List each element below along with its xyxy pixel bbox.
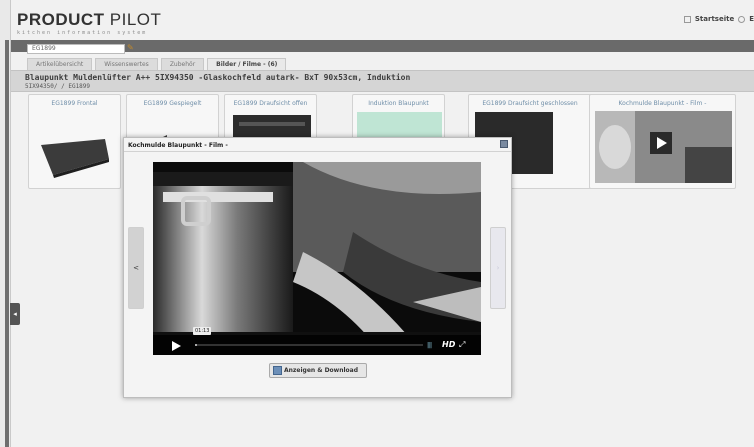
next-button[interactable]: › (490, 227, 506, 309)
video-modal: Kochmulde Blaupunkt - Film - < › 01:13 |… (123, 137, 512, 398)
hd-button[interactable]: HD (442, 340, 455, 349)
gallery-tile-label: EG1899 Gespiegelt (143, 100, 202, 107)
tab-wissenswertes[interactable]: Wissenswertes (95, 58, 158, 70)
tab-bar: Artikelübersicht Wissenswertes Zubehör B… (27, 58, 287, 70)
fullscreen-icon[interactable]: ⤢ (459, 340, 465, 350)
video-controls: 01:13 |||| HD ⤢ (153, 327, 481, 355)
top-links: Startseite E (683, 15, 754, 23)
video-time: 01:13 (193, 327, 212, 335)
volume-icon[interactable]: |||| (427, 342, 432, 349)
page-title: Blaupunkt Muldenlüfter A++ 5IX94350 -Gla… (25, 73, 411, 82)
divider (124, 151, 511, 152)
gallery-tile-label: Induktion Blaupunkt (368, 100, 429, 107)
tab-zubehoer[interactable]: Zubehör (160, 58, 205, 70)
gallery-tile-label: EG1899 Draufsicht offen (233, 100, 308, 107)
video-thumbnail (595, 111, 732, 183)
product-title-bar: Blaupunkt Muldenlüfter A++ 5IX94350 -Gla… (11, 70, 754, 92)
product-image (41, 139, 109, 178)
gallery-tile[interactable]: Kochmulde Blaupunkt - Film - (589, 94, 736, 189)
download-button-label: Anzeigen & Download (284, 367, 359, 374)
left-rail-strip (5, 40, 9, 447)
home-icon (683, 15, 691, 23)
download-button[interactable]: Anzeigen & Download (269, 363, 367, 378)
video-progress-bar[interactable] (195, 344, 423, 346)
left-rail: ◂ (0, 0, 20, 447)
modal-title: Kochmulde Blaupunkt - Film - (128, 142, 228, 149)
user-icon (738, 15, 746, 23)
app-logo[interactable]: PRODUCT PILOT (17, 11, 161, 28)
gallery-tile-label: Kochmulde Blaupunkt - Film - (618, 100, 707, 107)
video-player[interactable]: 01:13 |||| HD ⤢ (153, 162, 481, 355)
app-tagline: kitchen information system (17, 30, 148, 36)
link-second[interactable]: E (749, 15, 754, 23)
tab-artikeluebersicht[interactable]: Artikelübersicht (27, 58, 93, 70)
search-input[interactable]: EG1899 (27, 44, 125, 54)
search-icon[interactable]: ✎ (127, 43, 136, 52)
gallery-tile[interactable]: EG1899 Frontal (28, 94, 121, 189)
page-subtitle: 5IX94350/ / EG1899 (25, 83, 91, 90)
previous-button[interactable]: < (128, 227, 144, 309)
play-icon[interactable] (172, 341, 181, 351)
video-progress-fill (195, 344, 198, 346)
close-icon[interactable] (500, 140, 508, 148)
tab-bilder-filme[interactable]: Bilder / Filme - (6) (207, 58, 287, 70)
gallery-tile-label: EG1899 Frontal (51, 100, 98, 107)
download-icon (273, 366, 282, 375)
sidebar-toggle-icon[interactable]: ◂ (10, 303, 20, 325)
brand: PRODUCT PILOT kitchen information system (17, 11, 161, 36)
gallery-tile-label: EG1899 Draufsicht geschlossen (482, 100, 578, 107)
app-window: PRODUCT PILOT kitchen information system… (11, 0, 754, 447)
link-startseite[interactable]: Startseite (695, 15, 734, 23)
